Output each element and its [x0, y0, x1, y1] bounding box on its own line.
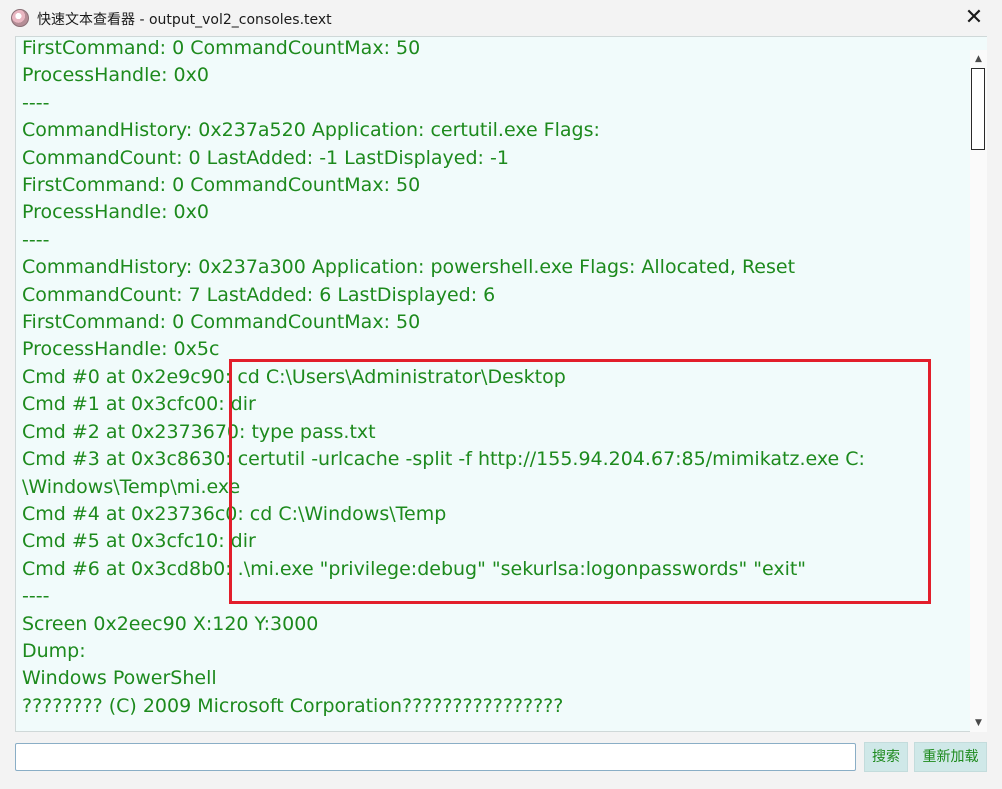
- text-viewer[interactable]: FirstCommand: 0 CommandCountMax: 50 Proce…: [15, 36, 987, 732]
- text-line: CommandCount: 0 LastAdded: -1 LastDispla…: [22, 146, 509, 169]
- text-line: ----: [22, 91, 50, 114]
- text-line: ----: [22, 585, 50, 608]
- reload-button[interactable]: 重新加载: [914, 742, 987, 772]
- text-line: ----: [22, 228, 50, 251]
- text-content: FirstCommand: 0 CommandCountMax: 50 Proce…: [22, 37, 865, 720]
- text-line: CommandHistory: 0x237a520 Application: c…: [22, 119, 600, 142]
- text-line: Cmd #1 at 0x3cfc00: dir: [22, 393, 256, 416]
- text-line: CommandHistory: 0x237a300 Application: p…: [22, 256, 796, 279]
- text-line: FirstCommand: 0 CommandCountMax: 50: [22, 311, 421, 334]
- text-line: FirstCommand: 0 CommandCountMax: 50: [22, 37, 421, 59]
- text-line: Screen 0x2eec90 X:120 Y:3000: [22, 612, 319, 635]
- scroll-down-arrow-icon[interactable]: ▼: [970, 716, 987, 730]
- text-line: ProcessHandle: 0x0: [22, 201, 209, 224]
- search-button[interactable]: 搜索: [864, 742, 908, 772]
- text-line: Cmd #2 at 0x2373670: type pass.txt: [22, 420, 376, 443]
- text-line: CommandCount: 7 LastAdded: 6 LastDisplay…: [22, 283, 496, 306]
- text-line: Cmd #6 at 0x3cd8b0: .\mi.exe "privilege:…: [22, 557, 807, 580]
- window-title: 快速文本查看器 - output_vol2_consoles.text: [37, 12, 332, 28]
- text-line: Cmd #5 at 0x3cfc10: dir: [22, 530, 256, 553]
- text-line: Cmd #4 at 0x23736c0: cd C:\Windows\Temp: [22, 502, 447, 525]
- text-line: ProcessHandle: 0x0: [22, 64, 209, 87]
- scrollbar-thumb[interactable]: [971, 68, 985, 150]
- title-bar: 快速文本查看器 - output_vol2_consoles.text ✕: [0, 0, 1002, 36]
- close-button[interactable]: ✕: [954, 3, 994, 33]
- text-line: Dump:: [22, 639, 86, 662]
- vertical-scrollbar[interactable]: ▲ ▼: [970, 50, 987, 732]
- text-line: FirstCommand: 0 CommandCountMax: 50: [22, 174, 421, 197]
- scroll-up-arrow-icon[interactable]: ▲: [970, 52, 987, 66]
- search-input[interactable]: [15, 743, 856, 771]
- text-line: ProcessHandle: 0x5c: [22, 338, 220, 361]
- text-line: Windows PowerShell: [22, 667, 217, 690]
- text-line: Cmd #0 at 0x2e9c90: cd C:\Users\Administ…: [22, 365, 566, 388]
- app-avatar-icon: [11, 9, 29, 27]
- text-line: \Windows\Temp\mi.exe: [22, 475, 241, 498]
- text-line: ???????? (C) 2009 Microsoft Corporation?…: [22, 694, 564, 717]
- text-line: Cmd #3 at 0x3c8630: certutil -urlcache -…: [22, 448, 865, 471]
